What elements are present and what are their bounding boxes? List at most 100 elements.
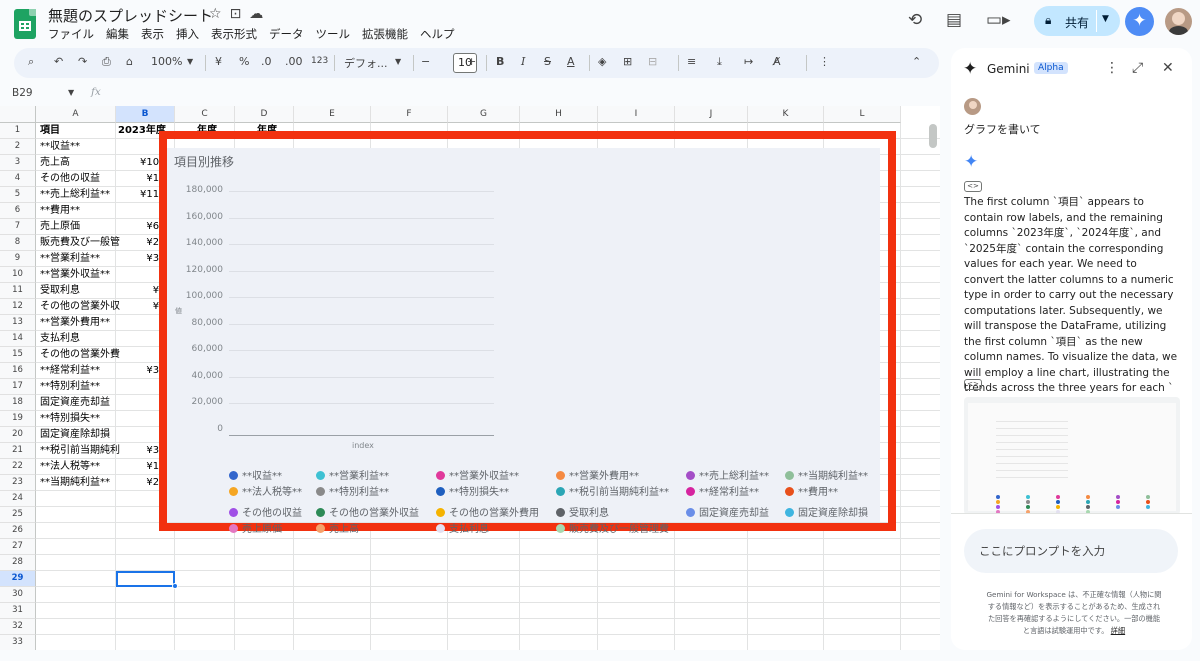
details-link[interactable]: 詳細	[1111, 626, 1125, 635]
vertical-scrollbar[interactable]	[929, 124, 937, 148]
cell-a[interactable]: **法人税等**	[40, 459, 120, 475]
cloud-status-icon[interactable]: ☁	[249, 6, 263, 22]
row-header[interactable]: 27	[0, 539, 36, 555]
row-header[interactable]: 10	[0, 267, 36, 283]
undo-icon[interactable]: ↶	[54, 55, 63, 68]
select-all-corner[interactable]	[0, 106, 36, 123]
chart-legend-item[interactable]: **収益**	[229, 467, 282, 482]
row-header[interactable]: 25	[0, 507, 36, 523]
row-header[interactable]: 12	[0, 299, 36, 315]
expand-panel-icon[interactable]: ⤢	[1132, 60, 1143, 76]
cell-a[interactable]: 受取利息	[40, 283, 120, 299]
menu-tools[interactable]: ツール	[316, 26, 357, 42]
row-header[interactable]: 23	[0, 475, 36, 491]
column-header[interactable]: K	[748, 106, 824, 123]
row-header[interactable]: 2	[0, 139, 36, 155]
comments-icon[interactable]: ▤	[946, 10, 962, 30]
row-header[interactable]: 6	[0, 203, 36, 219]
row-header[interactable]: 17	[0, 379, 36, 395]
document-title[interactable]: 無題のスプレッドシート	[48, 5, 213, 26]
text-rotation-icon[interactable]: A̸	[773, 55, 781, 68]
cell-a[interactable]: 販売費及び一般管	[40, 235, 120, 251]
cell-a[interactable]: その他の収益	[40, 171, 120, 187]
chart-legend-item[interactable]: **費用**	[785, 483, 838, 498]
panel-more-icon[interactable]: ⋮	[1105, 60, 1119, 76]
chart-legend-item[interactable]: 固定資産売却益	[686, 504, 769, 519]
cell-a[interactable]: **費用**	[40, 203, 120, 219]
strikethrough-icon[interactable]: S	[544, 55, 551, 68]
cell-a[interactable]: 固定資産除却損	[40, 427, 120, 443]
merge-cells-icon[interactable]: ⊟	[648, 55, 657, 68]
column-header[interactable]: J	[675, 106, 748, 123]
row-header[interactable]: 19	[0, 411, 36, 427]
cell-a[interactable]: その他の営業外費	[40, 347, 120, 363]
row-header[interactable]: 29	[0, 571, 36, 587]
column-header[interactable]: D	[235, 106, 294, 123]
row-header[interactable]: 32	[0, 619, 36, 635]
row-header[interactable]: 28	[0, 555, 36, 571]
chart-legend-item[interactable]: **特別利益**	[316, 483, 389, 498]
row-header[interactable]: 7	[0, 219, 36, 235]
row-header[interactable]: 16	[0, 363, 36, 379]
cell-a[interactable]: 固定資産売却益	[40, 395, 120, 411]
zoom-select[interactable]: 100%	[151, 55, 182, 68]
cell-a[interactable]: 項目	[40, 123, 116, 139]
cell-a[interactable]: 売上原価	[40, 219, 120, 235]
code-toggle-icon-2[interactable]: <>	[964, 379, 982, 390]
chart-legend-item[interactable]: 受取利息	[556, 504, 609, 519]
chart-legend-item[interactable]: その他の営業外収益	[316, 504, 419, 519]
cell-a[interactable]: **特別利益**	[40, 379, 120, 395]
embedded-chart[interactable]: 項目別推移 値 index 180,000 160,000 140,000 120,0…	[167, 148, 880, 535]
search-menus-icon[interactable]: ⌕	[28, 55, 34, 69]
increase-decimal-button[interactable]: .00	[285, 55, 303, 68]
row-header[interactable]: 13	[0, 315, 36, 331]
redo-icon[interactable]: ↷	[78, 55, 87, 68]
row-header[interactable]: 30	[0, 587, 36, 603]
cell-a[interactable]: 支払利息	[40, 331, 120, 347]
cell-a[interactable]: **税引前当期純利	[40, 443, 120, 459]
menu-help[interactable]: ヘルプ	[420, 26, 461, 42]
cell-a[interactable]: **収益**	[40, 139, 120, 155]
chart-legend-item[interactable]: **特別損失**	[436, 483, 509, 498]
chart-legend-item[interactable]: **営業外費用**	[556, 467, 639, 482]
vertical-align-icon[interactable]: ⤓	[717, 55, 722, 69]
menu-edit[interactable]: 編集	[106, 26, 135, 42]
name-box[interactable]: B29	[12, 87, 33, 99]
chart-legend-item[interactable]: 支払利息	[436, 520, 489, 535]
column-header[interactable]: B	[116, 106, 175, 123]
menu-extensions[interactable]: 拡張機能	[362, 26, 414, 42]
row-header[interactable]: 4	[0, 171, 36, 187]
version-history-icon[interactable]: ⟲	[908, 10, 922, 30]
column-header[interactable]: I	[598, 106, 675, 123]
row-header[interactable]: 3	[0, 155, 36, 171]
row-header[interactable]: 14	[0, 331, 36, 347]
column-header[interactable]: C	[175, 106, 235, 123]
row-header[interactable]: 15	[0, 347, 36, 363]
star-icon[interactable]: ☆	[209, 6, 222, 22]
row-header[interactable]: 33	[0, 635, 36, 650]
gemini-toggle-button[interactable]: ✦	[1125, 7, 1154, 36]
code-toggle-icon[interactable]: <>	[964, 181, 982, 192]
chart-legend-item[interactable]: 販売費及び一般管理費	[556, 520, 669, 535]
decrease-decimal-button[interactable]: .0	[261, 55, 272, 68]
cell-a[interactable]: **営業外収益**	[40, 267, 120, 283]
cell-a[interactable]: **売上総利益**	[40, 187, 120, 203]
text-color-icon[interactable]: A	[567, 55, 575, 68]
column-header[interactable]: F	[371, 106, 448, 123]
chart-legend-item[interactable]: その他の収益	[229, 504, 302, 519]
row-header[interactable]: 26	[0, 523, 36, 539]
font-dropdown-icon[interactable]: ▼	[395, 57, 401, 66]
column-header[interactable]: E	[294, 106, 371, 123]
cell-a[interactable]: **営業利益**	[40, 251, 120, 267]
increase-font-size-icon[interactable]: +	[467, 55, 476, 68]
paint-format-icon[interactable]: ⌂	[126, 55, 133, 68]
chart-legend-item[interactable]: **営業利益**	[316, 467, 389, 482]
chart-legend-item[interactable]: **営業外収益**	[436, 467, 519, 482]
column-header[interactable]: L	[824, 106, 901, 123]
account-avatar[interactable]	[1165, 8, 1192, 35]
chart-legend-item[interactable]: **売上総利益**	[686, 467, 769, 482]
font-select[interactable]: デフォ...	[344, 55, 388, 71]
decrease-font-size-icon[interactable]: −	[421, 55, 430, 68]
bold-icon[interactable]: B	[496, 55, 504, 68]
column-header[interactable]: H	[520, 106, 598, 123]
